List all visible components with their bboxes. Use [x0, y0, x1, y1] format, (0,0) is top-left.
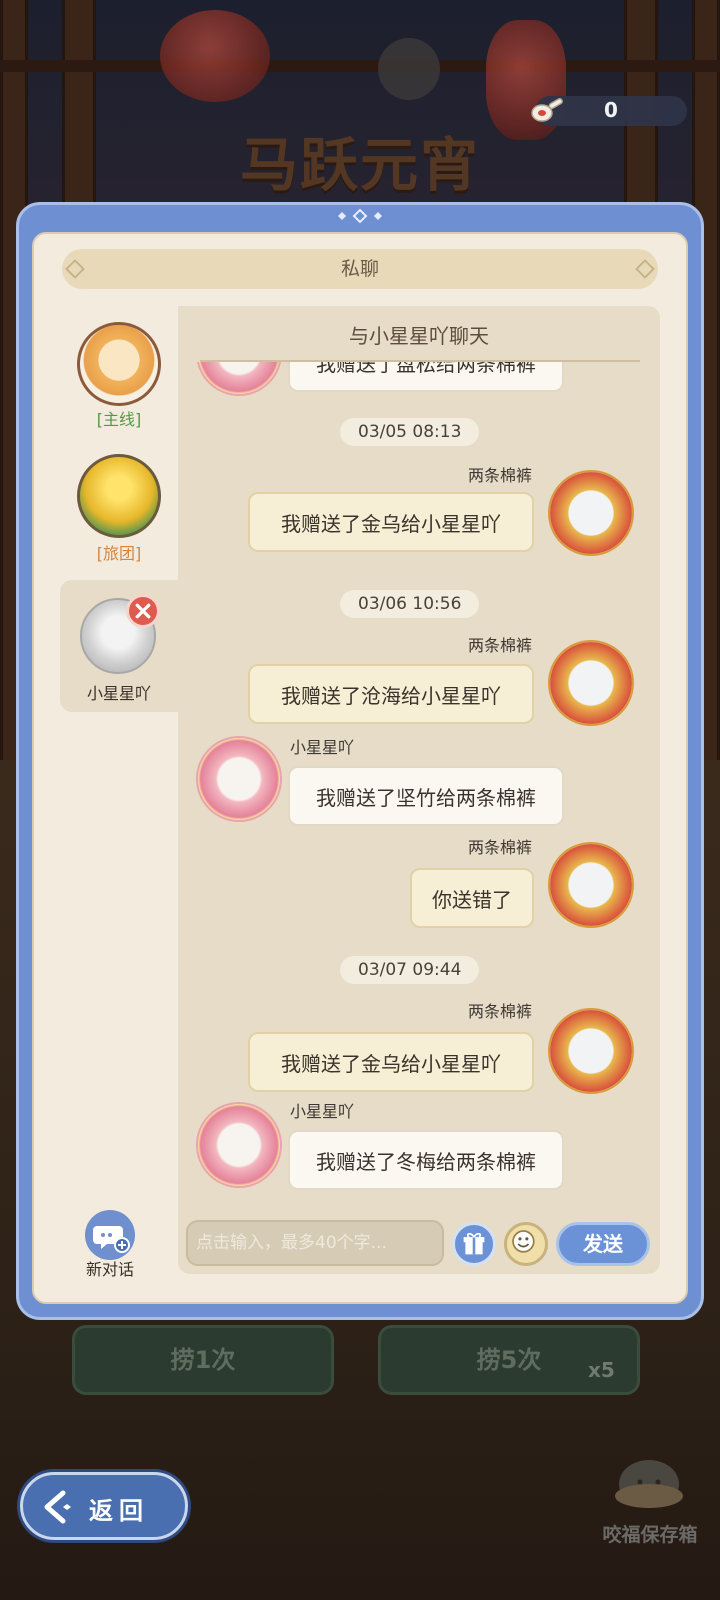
contact-avatar	[196, 1102, 282, 1188]
chat-bubble: 我赠送了坚竹给两条棉裤	[288, 766, 564, 826]
modal-title: 私聊	[62, 249, 658, 289]
storage-label[interactable]: 咬福保存箱	[588, 1520, 712, 1547]
fox-avatar-icon	[77, 322, 161, 406]
sidebar-item-label: [旅团]	[96, 544, 142, 563]
chat-bubble: 我赠送了沧海给小星星吖	[248, 664, 534, 724]
sidebar-item-label: [主线]	[96, 410, 142, 429]
chat-bubble: 我赠送了盘松给两条棉裤	[288, 362, 564, 392]
user-avatar	[548, 640, 634, 726]
user-avatar	[548, 470, 634, 556]
user-avatar	[548, 1008, 634, 1094]
sender-name: 小星星吖	[290, 738, 355, 757]
back-arrow-icon	[44, 1490, 71, 1524]
chat-title: 与小星星吖聊天	[349, 324, 489, 348]
contact-avatar	[196, 736, 282, 822]
sender-name: 两条棉裤	[468, 1002, 533, 1021]
sidebar-item-label: 小星星吖	[86, 684, 151, 703]
chat-bubble: 我赠送了金乌给小星星吖	[248, 492, 534, 552]
chat-bubble: 你送错了	[410, 868, 534, 928]
contact-avatar	[196, 362, 282, 396]
sender-name: 两条棉裤	[468, 838, 533, 857]
sidebar-item-guild[interactable]: [旅团]	[60, 450, 178, 563]
back-label: 返回	[89, 1497, 149, 1525]
moon	[378, 38, 440, 100]
spoon-icon	[531, 98, 563, 122]
timestamp: 03/07 09:44	[340, 956, 480, 984]
golden-tree-icon	[77, 454, 161, 538]
draw-once-button[interactable]: 捞1次	[72, 1325, 334, 1395]
sender-name: 两条棉裤	[468, 636, 533, 655]
user-avatar	[548, 842, 634, 928]
lantern	[160, 10, 270, 102]
timestamp: 03/06 10:56	[340, 590, 480, 618]
gift-icon[interactable]	[452, 1222, 496, 1266]
event-title: 马跃元宵	[239, 131, 480, 199]
sidebar-item-main[interactable]: [主线]	[60, 318, 178, 429]
sender-name: 小星星吖	[290, 1102, 355, 1121]
send-button[interactable]: 发送	[556, 1222, 650, 1266]
new-chat-icon[interactable]	[85, 1210, 135, 1260]
timestamp: 03/05 08:13	[340, 418, 480, 446]
diamond-ornament-icon	[338, 208, 382, 224]
bowl-icon[interactable]	[612, 1456, 686, 1512]
emoji-icon[interactable]	[504, 1222, 548, 1266]
sender-name: 两条棉裤	[468, 466, 533, 485]
chat-bubble: 我赠送了金乌给小星星吖	[248, 1032, 534, 1092]
draw-five-badge: x5	[588, 1358, 615, 1382]
chat-message-list[interactable]: 我赠送了盘松给两条棉裤 03/05 08:13 两条棉裤 我赠送了金乌给小星星吖…	[178, 362, 660, 1192]
chat-bubble: 我赠送了冬梅给两条棉裤	[288, 1130, 564, 1190]
close-icon[interactable]	[126, 594, 160, 628]
new-chat-label[interactable]: 新对话	[60, 1256, 160, 1280]
back-button[interactable]: 返回	[20, 1472, 188, 1540]
lattice-beam	[0, 60, 720, 72]
message-input[interactable]: 点击输入，最多40个字...	[186, 1220, 444, 1266]
